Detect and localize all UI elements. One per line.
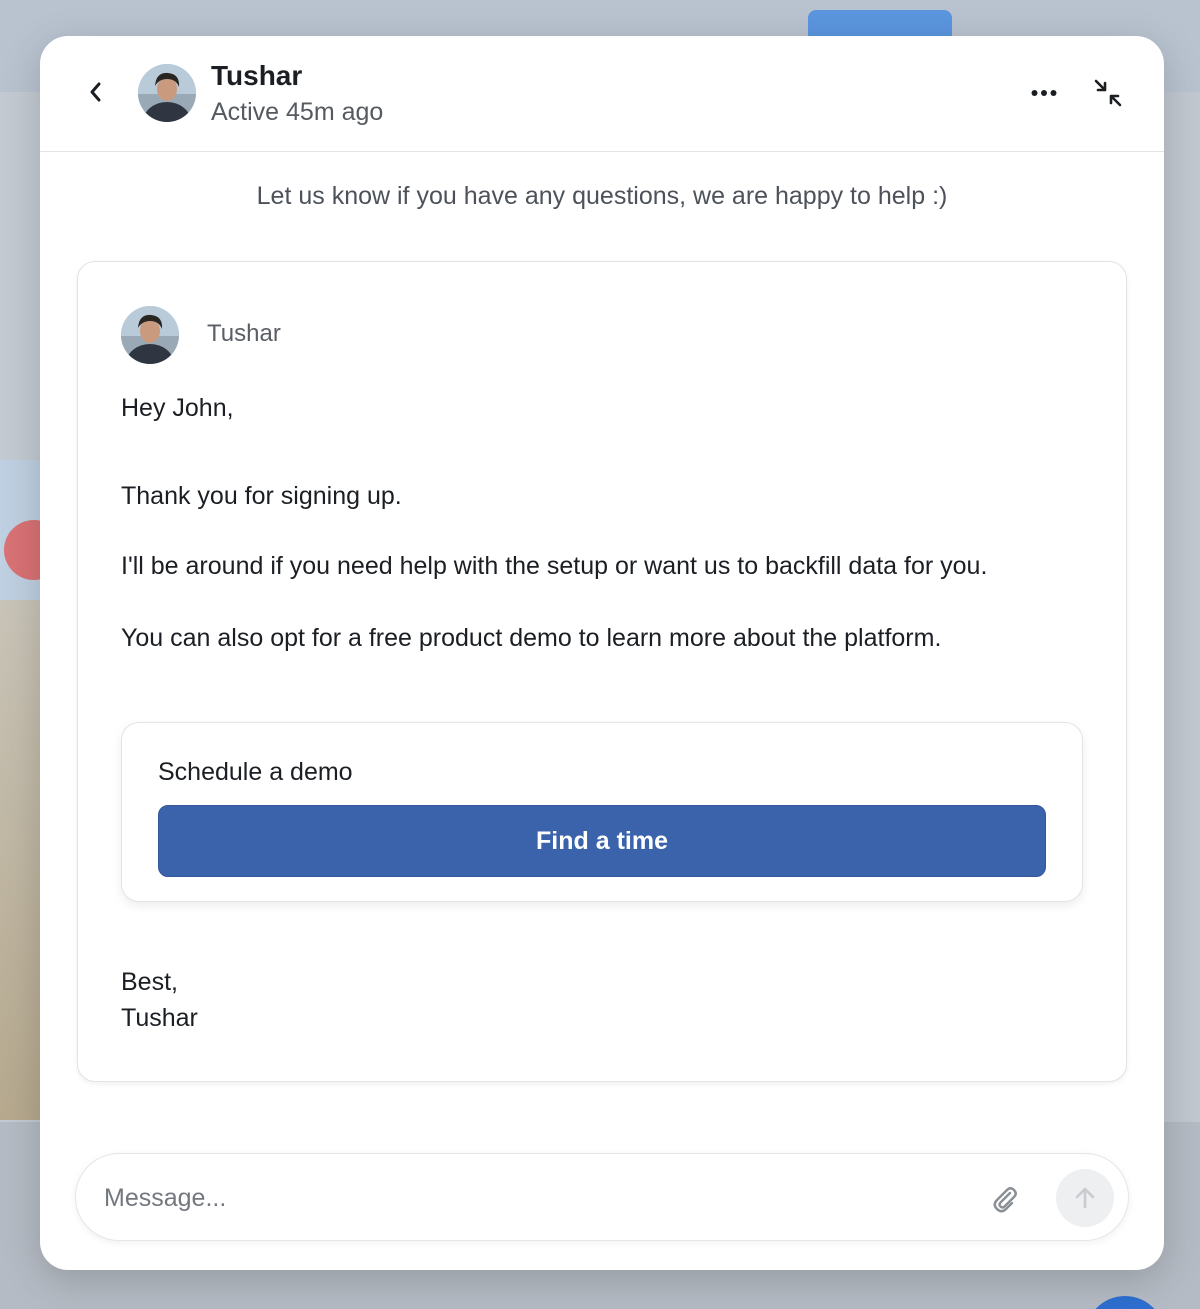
chat-window: Tushar Active 45m ago Let us know if you… [40, 36, 1164, 1270]
send-button[interactable] [1056, 1169, 1114, 1227]
paperclip-icon [993, 1187, 1017, 1213]
more-options-button[interactable] [1024, 76, 1064, 110]
collapse-arrows-icon [1094, 79, 1122, 107]
chevron-left-icon [90, 82, 101, 102]
attach-button[interactable] [988, 1182, 1022, 1216]
more-horizontal-icon [1031, 90, 1057, 96]
message-input[interactable] [104, 1174, 954, 1222]
chat-header: Tushar Active 45m ago [40, 36, 1164, 152]
message-signature: Tushar [121, 1004, 198, 1032]
demo-title: Schedule a demo [158, 758, 353, 786]
message-greeting: Hey John, [121, 394, 234, 422]
avatar [138, 64, 196, 122]
arrow-up-icon [1075, 1187, 1095, 1209]
message-composer [75, 1153, 1129, 1241]
intro-text: Let us know if you have any questions, w… [256, 182, 948, 210]
schedule-demo-card: Schedule a demo Find a time [121, 722, 1083, 902]
sender-avatar [121, 306, 179, 364]
message-card: Tushar Hey John, Thank you for signing u… [77, 261, 1127, 1082]
message-line: You can also opt for a free product demo… [121, 624, 942, 652]
find-a-time-button[interactable]: Find a time [158, 805, 1046, 877]
message-line: Thank you for signing up. [121, 482, 402, 510]
background-right-panel [1164, 92, 1200, 1122]
message-signoff: Best, [121, 968, 178, 996]
message-line: I'll be around if you need help with the… [121, 552, 988, 580]
contact-name: Tushar [211, 60, 303, 91]
back-button[interactable] [80, 76, 112, 108]
contact-status: Active 45m ago [211, 98, 384, 126]
collapse-button[interactable] [1090, 76, 1126, 110]
sender-name: Tushar [207, 320, 281, 347]
background-image-strip [0, 600, 40, 1120]
